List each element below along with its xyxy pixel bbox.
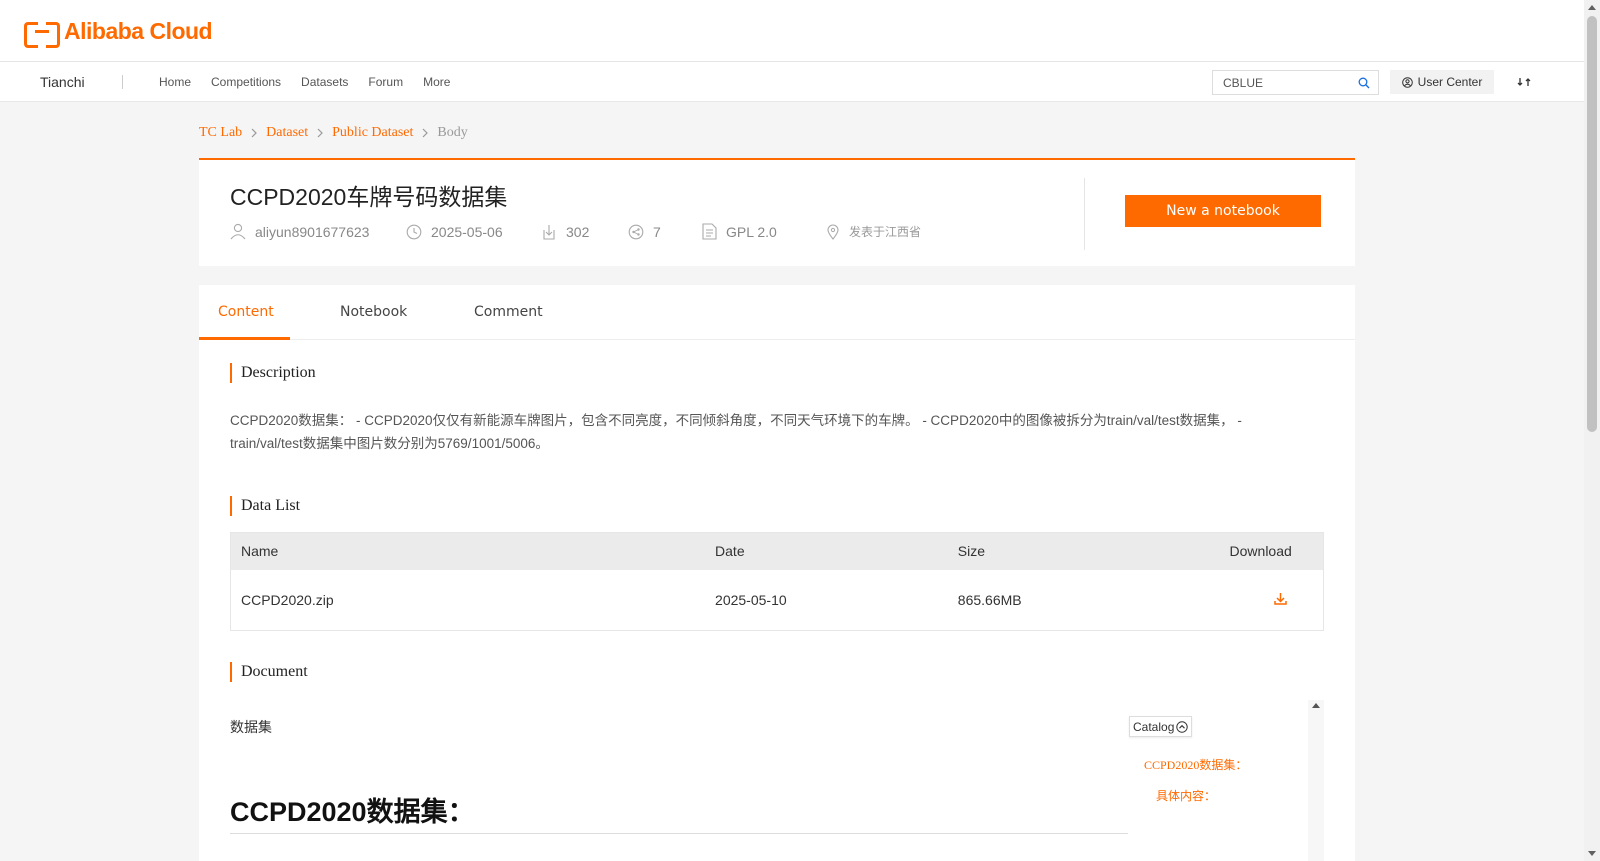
download-icon[interactable]: [1274, 592, 1287, 605]
data-list-title: Data List: [230, 496, 300, 516]
nav-item-home[interactable]: Home: [159, 75, 191, 89]
nav-item-more[interactable]: More: [423, 75, 450, 89]
catalog-item[interactable]: CCPD2020数据集：: [1144, 756, 1247, 773]
data-list-table: Name Date Size Download CCPD2020.zip 202…: [230, 532, 1324, 631]
chevron-right-icon: [317, 128, 323, 138]
download-cell: [1220, 570, 1324, 631]
search-icon[interactable]: [1358, 77, 1370, 89]
document-label: 数据集: [230, 719, 272, 735]
search-input[interactable]: [1213, 71, 1348, 94]
user-icon: [1401, 76, 1413, 88]
content-card: Content Notebook Comment Description CCP…: [199, 285, 1355, 861]
location-pin-icon: [827, 224, 839, 240]
file-size: 865.66MB: [957, 591, 1022, 608]
table-header-row: Name Date Size Download: [230, 532, 1324, 570]
user-center-button[interactable]: User Center: [1390, 70, 1494, 94]
page-title: CCPD2020车牌号码数据集: [230, 184, 508, 210]
catalog-label: Catalog: [1133, 719, 1175, 734]
logo-text: Alibaba Cloud: [64, 18, 213, 44]
nav-item-datasets[interactable]: Datasets: [301, 75, 348, 89]
active-tab-indicator: [199, 337, 290, 340]
document-title: Document: [230, 662, 308, 682]
author-name[interactable]: aliyun8901677623: [255, 224, 369, 240]
download-count-icon: [543, 224, 555, 240]
column-header-date: Date: [705, 532, 948, 570]
switch-icon[interactable]: [1517, 75, 1531, 89]
header-divider: [1084, 178, 1085, 250]
catalog-button[interactable]: Catalog: [1129, 716, 1192, 737]
breadcrumb-body: Body: [437, 125, 468, 140]
meta-author: aliyun8901677623: [230, 223, 406, 240]
alibaba-cloud-logo[interactable]: Alibaba Cloud: [24, 18, 213, 48]
user-icon: [230, 223, 246, 240]
license-document-icon: [702, 223, 717, 240]
clock-icon: [406, 224, 422, 239]
meta-downloads: 302: [541, 224, 628, 240]
description-title: Description: [230, 363, 316, 383]
breadcrumb-dataset[interactable]: Dataset: [266, 125, 308, 141]
nav-bar: Tianchi Home Competitions Datasets Forum…: [0, 62, 1584, 102]
nav-menu: Home Competitions Datasets Forum More: [159, 75, 470, 89]
download-count: 302: [566, 223, 590, 240]
chevron-right-icon: [251, 128, 258, 138]
publish-date: 2025-05-06: [431, 223, 503, 240]
tab-bar: Content Notebook Comment: [199, 285, 1355, 340]
description-text: CCPD2020数据集： - CCPD2020仅仅有新能源车牌图片，包含不同亮度…: [230, 413, 1242, 451]
meta-date: 2025-05-06: [406, 224, 541, 240]
file-name: CCPD2020.zip: [241, 591, 334, 608]
tab-notebook[interactable]: Notebook: [340, 304, 407, 320]
breadcrumb: TC Lab Dataset Public Dataset Body: [199, 125, 468, 141]
dataset-header-card: CCPD2020车牌号码数据集 aliyun8901677623 2025-05…: [199, 158, 1355, 266]
table-row: CCPD2020.zip 2025-05-10 865.66MB: [231, 570, 1324, 631]
document-heading: CCPD2020数据集：: [230, 797, 475, 827]
breadcrumb-tc-lab[interactable]: TC Lab: [199, 125, 242, 141]
column-header-name: Name: [230, 532, 706, 570]
top-bar: Alibaba Cloud: [0, 0, 1584, 62]
brand-divider: [122, 75, 123, 89]
share-icon: [628, 224, 644, 239]
column-header-size: Size: [947, 532, 1220, 570]
catalog-item[interactable]: 具体内容：: [1156, 787, 1216, 804]
dataset-meta: aliyun8901677623 2025-05-06 302 7 GPL 2.…: [230, 223, 921, 240]
brand-tianchi[interactable]: Tianchi: [40, 74, 85, 90]
file-date: 2025-05-10: [715, 591, 787, 608]
scroll-up-arrow-icon[interactable]: [1588, 5, 1596, 10]
tab-content[interactable]: Content: [218, 304, 274, 320]
meta-shares: 7: [628, 224, 702, 240]
search-box: [1212, 70, 1379, 95]
collapse-up-icon: [1176, 720, 1189, 733]
heading-divider: [230, 833, 1128, 834]
page-scrollbar[interactable]: [1584, 0, 1600, 861]
location-text: 发表于江西省: [849, 225, 922, 239]
breadcrumb-public-dataset[interactable]: Public Dataset: [332, 125, 413, 141]
license-text: GPL 2.0: [726, 223, 777, 240]
nav-item-forum[interactable]: Forum: [368, 75, 403, 89]
user-center-label: User Center: [1417, 75, 1483, 89]
catalog-scrollbar[interactable]: [1308, 700, 1324, 861]
meta-location: 发表于江西省: [826, 223, 921, 240]
tab-comment[interactable]: Comment: [474, 304, 543, 320]
new-notebook-button[interactable]: New a notebook: [1125, 195, 1321, 227]
chevron-right-icon: [422, 128, 429, 138]
scroll-down-arrow-icon[interactable]: [1588, 851, 1596, 856]
alibaba-logo-icon: [24, 20, 60, 48]
scroll-up-arrow-icon[interactable]: [1312, 703, 1320, 708]
nav-item-competitions[interactable]: Competitions: [211, 75, 281, 89]
share-count: 7: [653, 223, 661, 240]
scroll-thumb[interactable]: [1587, 16, 1597, 432]
meta-license: GPL 2.0: [702, 223, 826, 240]
column-header-download: Download: [1219, 532, 1324, 570]
